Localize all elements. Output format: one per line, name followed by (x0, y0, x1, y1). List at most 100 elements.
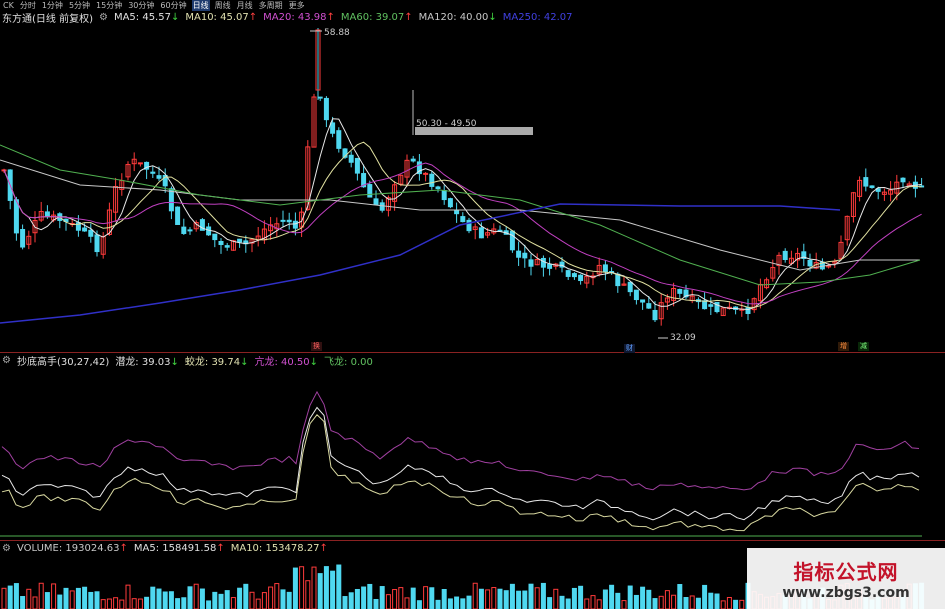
volume-bar (695, 597, 701, 609)
candle-body (367, 184, 373, 198)
tab-multi-period[interactable]: 多周期 (258, 0, 284, 11)
tab-monthly[interactable]: 月线 (236, 0, 254, 11)
volume-bar (336, 564, 342, 609)
volume-bar (559, 595, 565, 609)
candle-body (677, 289, 683, 294)
volume-bar (181, 597, 187, 609)
volume-bar (565, 598, 571, 609)
candle-body (565, 270, 571, 277)
volume-bar (175, 598, 181, 609)
volume-bar (212, 591, 218, 609)
volume-bar (348, 592, 354, 609)
volume-bar (652, 598, 658, 609)
volume-bar (44, 592, 50, 609)
high-price-label: 58.88 (324, 28, 350, 38)
volume-bar (206, 600, 212, 609)
qianlong-line (1, 406, 920, 521)
volume-bar (255, 598, 261, 609)
candlestick-chart[interactable]: 50.30 - 49.50 58.88 32.09 (0, 20, 945, 352)
volume-bar (534, 587, 540, 609)
volume-bar (286, 591, 292, 609)
volume-bar (466, 595, 472, 609)
volume-bar (726, 597, 732, 609)
tab-60min[interactable]: 60分钟 (159, 0, 187, 11)
candle-body (540, 257, 546, 268)
range-label: 50.30 - 49.50 (416, 119, 477, 129)
low-price-label: 32.09 (670, 333, 696, 343)
volume-bar (664, 590, 670, 609)
volume-bar (137, 598, 143, 609)
volume-bar (547, 597, 553, 609)
volume-bar (429, 587, 435, 609)
marker-zeng[interactable]: 增 (838, 342, 849, 351)
tab-daily[interactable]: 日线 (191, 0, 210, 11)
settings-icon[interactable]: ⚙ (2, 543, 11, 554)
volume-bar (702, 584, 708, 609)
marker-huan[interactable]: 换 (311, 342, 322, 351)
tab-weekly[interactable]: 周线 (214, 0, 232, 11)
volume-bar (590, 595, 596, 609)
candle-body (94, 234, 100, 253)
ma250-line (0, 203, 841, 324)
tab-more[interactable]: 更多 (288, 0, 306, 11)
volume-bar (571, 587, 577, 609)
volume-bar (268, 586, 274, 609)
volume-bar (20, 596, 26, 609)
volume-bar (441, 588, 447, 609)
volume-bar (361, 586, 367, 609)
settings-icon[interactable]: ⚙ (2, 355, 11, 366)
candle-body (88, 229, 94, 237)
volume-bar (323, 566, 329, 609)
volume-bar (119, 599, 125, 609)
candle-body (869, 185, 875, 188)
volume-bar (230, 597, 236, 609)
volume-bar (373, 598, 379, 609)
volume-bar (38, 582, 44, 609)
volume-bar (596, 599, 602, 609)
volume-bar (342, 596, 348, 609)
candle-body (528, 259, 534, 267)
tab-30min[interactable]: 30分钟 (127, 0, 155, 11)
volume-bar (683, 597, 689, 609)
volume-bar (51, 583, 57, 609)
indicator-chart[interactable] (0, 366, 945, 540)
marker-cai[interactable]: 财 (624, 344, 635, 353)
volume-bar (689, 595, 695, 609)
candle-body (373, 198, 379, 206)
candle-body (150, 171, 156, 174)
candle-body (82, 227, 88, 232)
candle-body (348, 154, 354, 163)
volume-bar (435, 599, 441, 609)
volume-bar (677, 584, 683, 609)
volume-bar (602, 589, 608, 609)
volume-bar (646, 589, 652, 609)
volume-bar (404, 597, 410, 609)
candle-body (317, 96, 323, 99)
volume-bar (478, 588, 484, 609)
volume-bar (26, 588, 32, 609)
candle-body (20, 229, 26, 248)
candle-body (137, 162, 143, 165)
volume-bar (708, 592, 714, 609)
volume-value: VOLUME: 193024.63↑ (17, 543, 128, 554)
candle-body (478, 227, 484, 239)
tab-15min[interactable]: 15分钟 (95, 0, 123, 11)
candle-body (522, 252, 528, 259)
volume-bar (739, 599, 745, 609)
marker-jian[interactable]: 减 (858, 342, 869, 351)
volume-bar (299, 566, 305, 609)
volume-arrow: ↑ (119, 542, 128, 554)
volume-bar (144, 596, 150, 609)
volume-bar (367, 583, 373, 609)
volume-bar (423, 586, 429, 609)
volume-bar (615, 592, 621, 609)
candle-body (379, 202, 385, 211)
candle-body (292, 220, 298, 229)
candle-body (702, 300, 708, 310)
volume-bar (193, 583, 199, 609)
volume-bar (714, 593, 720, 609)
volume-bar (224, 590, 230, 609)
volume-bar (162, 591, 168, 609)
volume-bar (640, 586, 646, 609)
vol-ma5-arrow: ↑ (216, 542, 225, 554)
